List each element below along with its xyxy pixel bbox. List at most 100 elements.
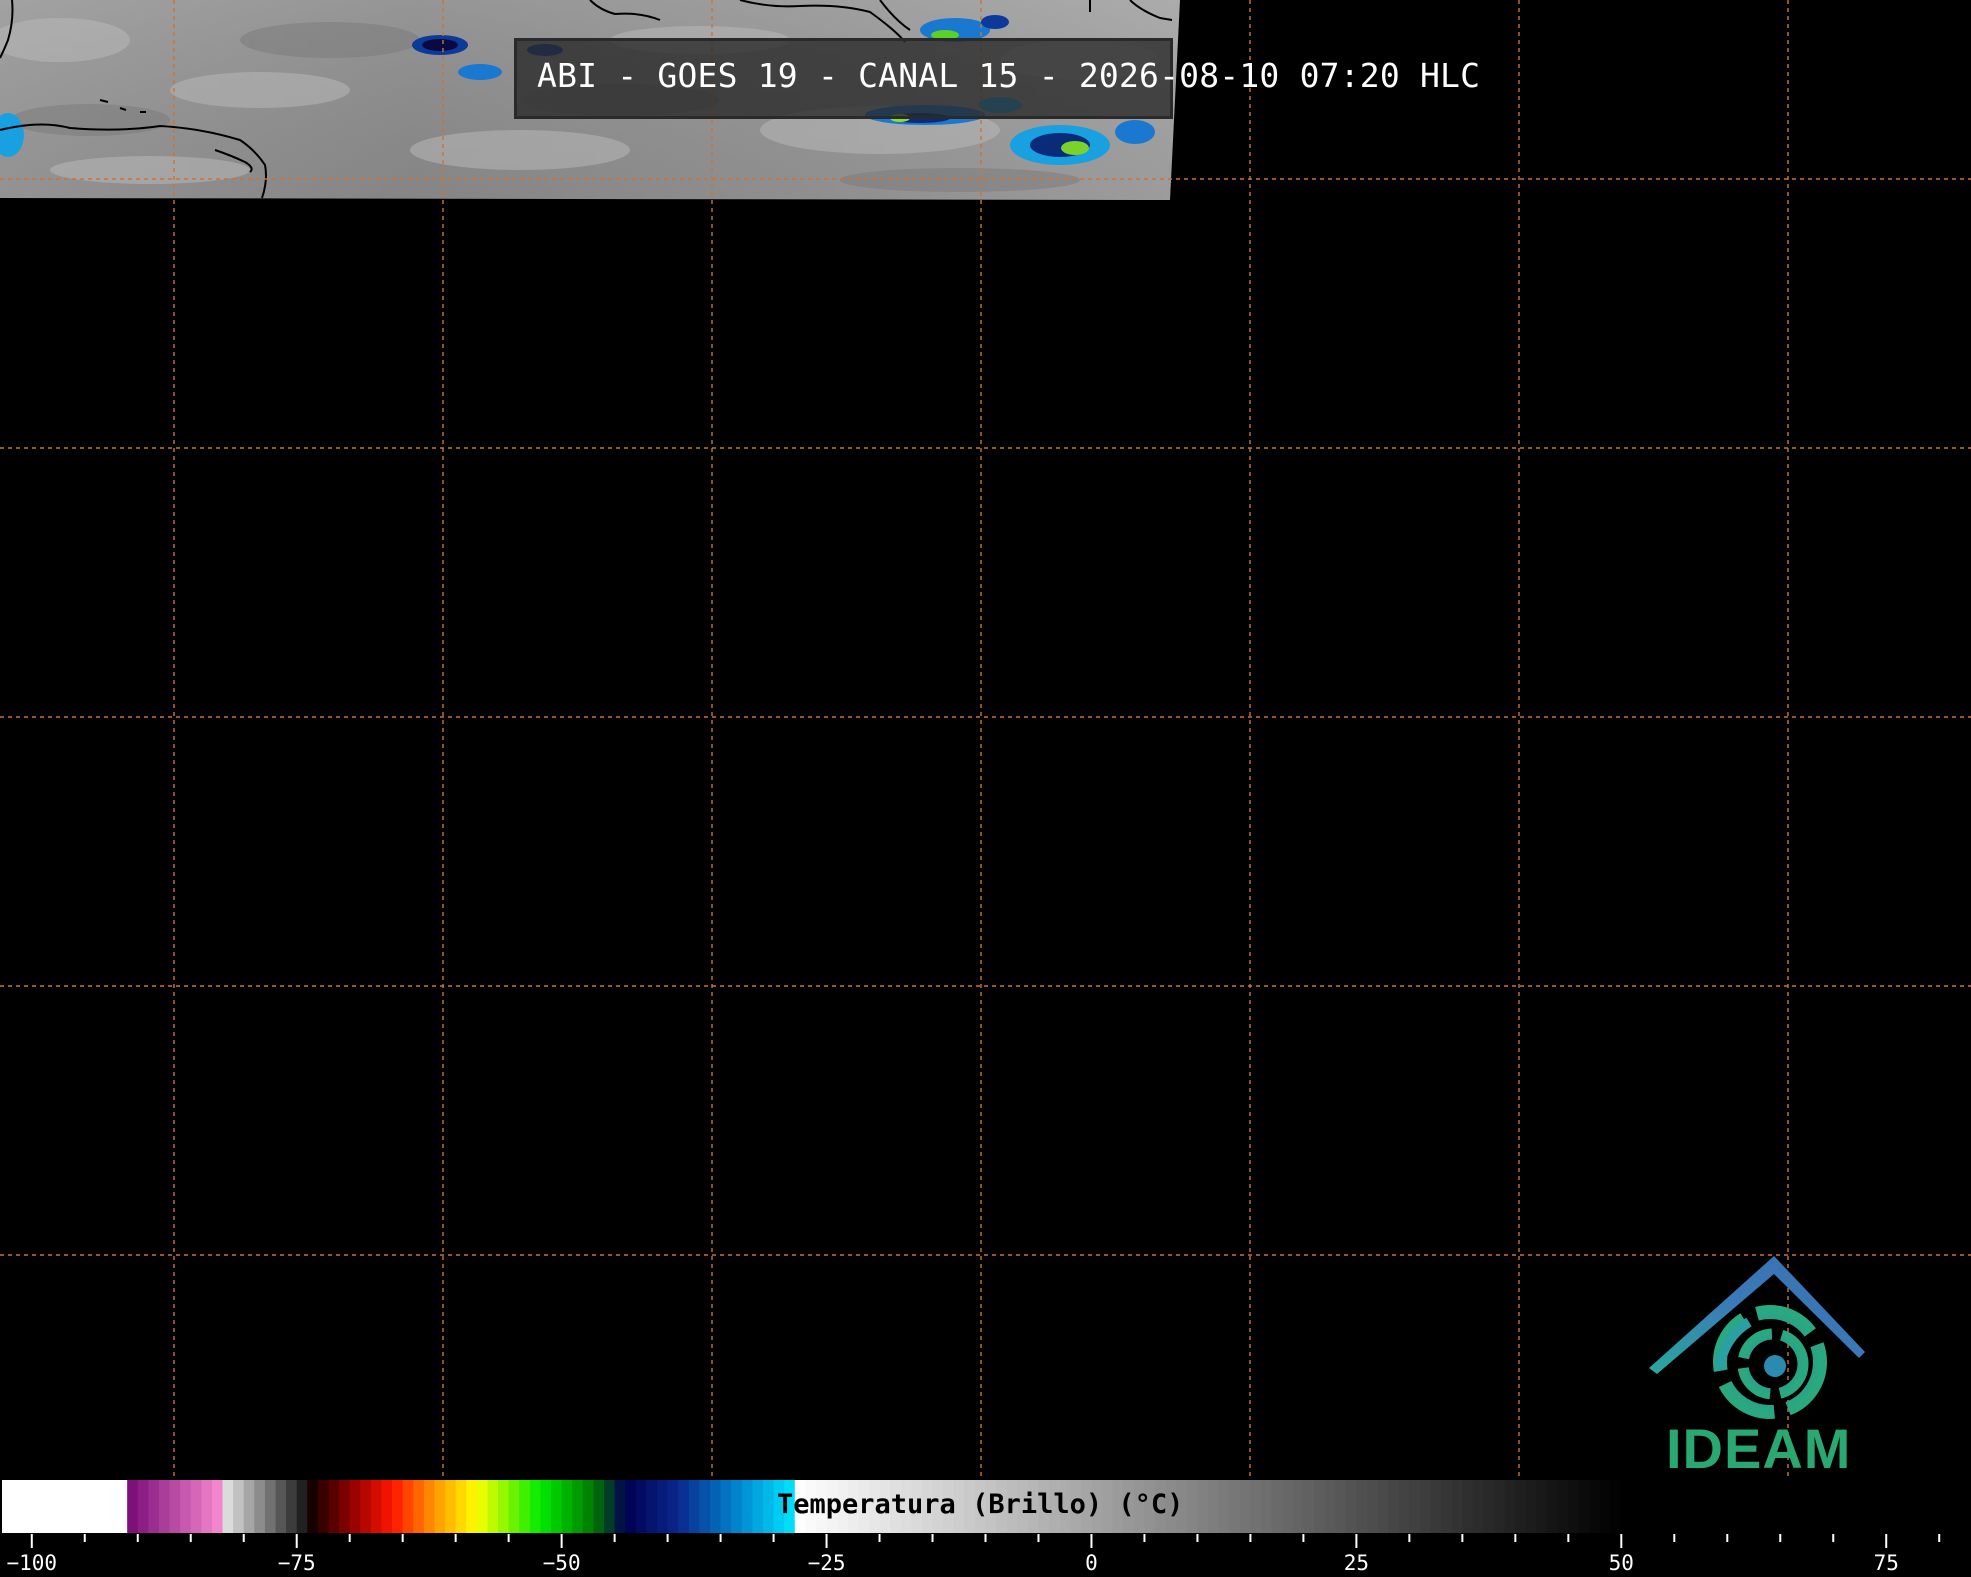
colorbar-segment — [1504, 1479, 1516, 1534]
colorbar-segment — [158, 1479, 171, 1534]
colorbar-segment — [1388, 1479, 1400, 1534]
colorbar-segment — [1356, 1479, 1368, 1534]
colorbar-segment — [561, 1479, 573, 1534]
colorbar-segment — [127, 1479, 139, 1534]
colorbar-segment — [1949, 1479, 1962, 1534]
colorbar-segment — [42, 1479, 54, 1534]
colorbar-segment — [222, 1479, 234, 1534]
map-title: ABI - GOES 19 - CANAL 15 - 2026-08-10 07… — [537, 56, 1481, 95]
colorbar-segment — [264, 1479, 277, 1534]
colorbar-segment — [699, 1479, 711, 1534]
colorbar-tick-label: −25 — [807, 1551, 846, 1575]
colorbar-segment — [1653, 1479, 1665, 1534]
colorbar-segment — [275, 1479, 287, 1534]
colorbar-segment — [1282, 1479, 1294, 1534]
colorbar-segment — [1261, 1479, 1273, 1534]
colorbar-segment — [286, 1479, 298, 1534]
colorbar-segment — [21, 1479, 33, 1534]
colorbar-segment — [148, 1479, 160, 1534]
colorbar-segment — [95, 1479, 107, 1534]
colorbar-segment — [402, 1479, 414, 1534]
colorbar-segment — [1939, 1479, 1951, 1534]
colorbar-segment — [169, 1479, 181, 1534]
colorbar-segment — [593, 1479, 605, 1534]
colorbar-segment — [1419, 1479, 1432, 1534]
colorbar-segment — [1483, 1479, 1495, 1534]
colorbar-segment — [1303, 1479, 1315, 1534]
colorbar-segment — [1441, 1479, 1453, 1534]
colorbar-segment — [688, 1479, 700, 1534]
colorbar-segment — [1918, 1479, 1930, 1534]
colorbar-segment — [1494, 1479, 1506, 1534]
colorbar-segment — [1578, 1479, 1591, 1534]
colorbar-tick-label: −50 — [542, 1551, 581, 1575]
colorbar-segment — [370, 1479, 383, 1534]
colorbar-segment — [1886, 1479, 1898, 1534]
colorbar-segment — [1271, 1479, 1283, 1534]
colorbar-segment — [1366, 1479, 1379, 1534]
colorbar-segment — [413, 1479, 425, 1534]
colorbar-segment — [296, 1479, 308, 1534]
colorbar-label: Temperatura (Brillo) (°C) — [777, 1489, 1184, 1520]
colorbar-segment — [360, 1479, 372, 1534]
colorbar-segment — [1631, 1479, 1644, 1534]
colorbar-segment — [180, 1479, 192, 1534]
colorbar-segment — [328, 1479, 340, 1534]
colorbar-segment — [1875, 1479, 1887, 1534]
colorbar-segment — [1250, 1479, 1262, 1534]
colorbar-segment — [52, 1479, 65, 1534]
colorbar-segment — [1462, 1479, 1474, 1534]
colorbar-segment — [540, 1479, 552, 1534]
colorbar-segment — [1335, 1479, 1347, 1534]
colorbar-segment — [604, 1479, 616, 1534]
colorbar-segment — [349, 1479, 361, 1534]
colorbar-segment — [762, 1479, 775, 1534]
colorbar-segment — [339, 1479, 351, 1534]
colorbar-segment — [519, 1479, 531, 1534]
colorbar-segment — [646, 1479, 658, 1534]
colorbar-segment — [487, 1479, 499, 1534]
colorbar-segment — [529, 1479, 542, 1534]
colorbar-segment — [1780, 1479, 1792, 1534]
colorbar-segment — [720, 1479, 732, 1534]
colorbar-segment — [635, 1479, 648, 1534]
colorbar-segment — [1186, 1479, 1199, 1534]
colorbar-segment — [10, 1479, 22, 1534]
colorbar-segment — [572, 1479, 584, 1534]
colorbar-segment — [1684, 1479, 1697, 1534]
colorbar-segment — [254, 1479, 266, 1534]
colorbar-segment — [1292, 1479, 1305, 1534]
colorbar-segment — [1557, 1479, 1569, 1534]
colorbar-segment — [1642, 1479, 1654, 1534]
colorbar-segment — [1674, 1479, 1686, 1534]
colorbar-segment — [1801, 1479, 1813, 1534]
colorbar-segment — [1345, 1479, 1357, 1534]
colorbar-tick-label: 75 — [1873, 1551, 1899, 1575]
colorbar-segment — [1324, 1479, 1336, 1534]
colorbar-segment — [752, 1479, 764, 1534]
colorbar-segment — [1865, 1479, 1877, 1534]
colorbar-segment — [1536, 1479, 1548, 1534]
colorbar-segment — [74, 1479, 86, 1534]
colorbar-segment — [1854, 1479, 1866, 1534]
colorbar-segment — [1621, 1479, 1633, 1534]
colorbar-segment — [1610, 1479, 1622, 1534]
colorbar-segment — [1896, 1479, 1909, 1534]
colorbar-segment — [1822, 1479, 1834, 1534]
colorbar-segment — [551, 1479, 563, 1534]
colorbar-segment — [233, 1479, 245, 1534]
colorbar-segment — [1600, 1479, 1612, 1534]
colorbar-segment — [423, 1479, 436, 1534]
colorbar-segment — [1451, 1479, 1463, 1534]
colorbar-segment — [1663, 1479, 1675, 1534]
colorbar-segment — [1928, 1479, 1940, 1534]
colorbar-segment — [116, 1479, 128, 1534]
colorbar-segment — [1314, 1479, 1326, 1534]
colorbar-segment — [1515, 1479, 1527, 1534]
colorbar-segment — [211, 1479, 224, 1534]
colorbar-segment — [1843, 1479, 1856, 1534]
colorbar-segment — [1229, 1479, 1241, 1534]
colorbar-segment — [1716, 1479, 1728, 1534]
colorbar-segment — [466, 1479, 478, 1534]
colorbar-segment — [455, 1479, 467, 1534]
